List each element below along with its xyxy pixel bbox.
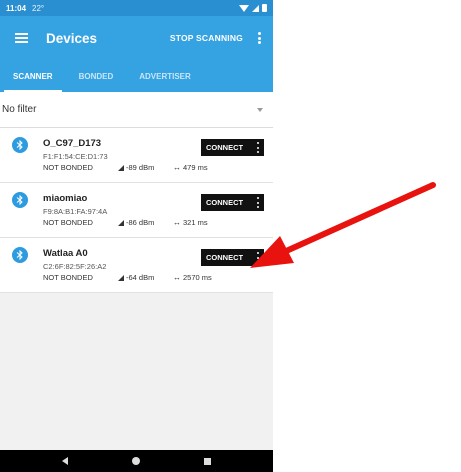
- navigation-bar: [0, 450, 273, 472]
- connect-label: CONNECT: [206, 143, 244, 152]
- tab-bar: SCANNER BONDED ADVERTISER: [0, 60, 273, 92]
- interval-value: ↔ 321 ms: [173, 218, 208, 227]
- device-menu-icon[interactable]: [257, 252, 260, 263]
- double-arrow-icon: ↔: [173, 273, 181, 282]
- device-menu-icon[interactable]: [257, 142, 260, 153]
- rssi-text: -86 dBm: [126, 218, 155, 227]
- wifi-icon: [239, 4, 249, 12]
- stop-scanning-button[interactable]: STOP SCANNING: [170, 33, 243, 43]
- system-icons: [239, 4, 267, 12]
- cell-signal-icon: [252, 4, 259, 12]
- device-name: O_C97_D173: [43, 138, 102, 149]
- device-row[interactable]: O_C97_D173 F1:F1:54:CE:D1:73 NOT BONDED …: [0, 128, 273, 183]
- connect-label: CONNECT: [206, 198, 244, 207]
- bond-status: NOT BONDED: [43, 273, 93, 282]
- interval-text: 479 ms: [183, 163, 208, 172]
- status-bar: 11:04 22°: [0, 0, 273, 16]
- battery-icon: [262, 4, 267, 12]
- tab-scanner[interactable]: SCANNER: [0, 60, 66, 92]
- interval-text: 2570 ms: [183, 273, 212, 282]
- connect-button[interactable]: CONNECT: [201, 194, 264, 211]
- connect-button[interactable]: CONNECT: [201, 249, 264, 266]
- app-bar: Devices STOP SCANNING: [0, 16, 273, 60]
- rssi-value: -64 dBm: [118, 273, 154, 282]
- interval-text: 321 ms: [183, 218, 208, 227]
- device-address: F9:8A:B1:FA:97:4A: [43, 207, 108, 216]
- connect-label: CONNECT: [206, 253, 244, 262]
- double-arrow-icon: ↔: [173, 163, 181, 172]
- signal-icon: [118, 219, 124, 226]
- device-name: miaomiao: [43, 193, 88, 204]
- filter-dropdown[interactable]: No filter: [0, 92, 273, 128]
- bluetooth-icon: [12, 192, 28, 208]
- rssi-text: -89 dBm: [126, 163, 155, 172]
- rssi-value: -86 dBm: [118, 218, 154, 227]
- rssi-text: -64 dBm: [126, 273, 155, 282]
- interval-value: ↔ 479 ms: [173, 163, 208, 172]
- bond-status: NOT BONDED: [43, 218, 93, 227]
- bluetooth-icon: [12, 247, 28, 263]
- back-icon[interactable]: [62, 457, 68, 465]
- double-arrow-icon: ↔: [173, 218, 181, 227]
- chevron-down-icon: [257, 107, 263, 112]
- status-time: 11:04: [6, 3, 27, 13]
- rssi-value: -89 dBm: [118, 163, 154, 172]
- connect-button[interactable]: CONNECT: [201, 139, 264, 156]
- interval-value: ↔ 2570 ms: [173, 273, 212, 282]
- bluetooth-icon: [12, 137, 28, 153]
- device-list: O_C97_D173 F1:F1:54:CE:D1:73 NOT BONDED …: [0, 128, 273, 293]
- device-menu-icon[interactable]: [257, 197, 260, 208]
- device-address: C2:6F:82:5F:26:A2: [43, 262, 107, 271]
- hamburger-icon[interactable]: [15, 33, 28, 43]
- signal-icon: [118, 164, 124, 171]
- device-row[interactable]: Watlaa A0 C2:6F:82:5F:26:A2 NOT BONDED -…: [0, 238, 273, 293]
- tab-bonded[interactable]: BONDED: [66, 60, 127, 92]
- home-icon[interactable]: [132, 457, 140, 465]
- tab-advertiser[interactable]: ADVERTISER: [126, 60, 204, 92]
- recent-apps-icon[interactable]: [204, 457, 211, 465]
- page-title: Devices: [46, 30, 98, 46]
- phone-screen: 11:04 22° Devices STOP SCANNING SCANNER …: [0, 0, 273, 472]
- status-temp: 22°: [32, 3, 45, 13]
- overflow-menu-icon[interactable]: [253, 31, 265, 45]
- signal-icon: [118, 274, 124, 281]
- device-row[interactable]: miaomiao F9:8A:B1:FA:97:4A NOT BONDED -8…: [0, 183, 273, 238]
- filter-label: No filter: [2, 104, 37, 115]
- bond-status: NOT BONDED: [43, 163, 93, 172]
- device-name: Watlaa A0: [43, 248, 88, 259]
- device-address: F1:F1:54:CE:D1:73: [43, 152, 108, 161]
